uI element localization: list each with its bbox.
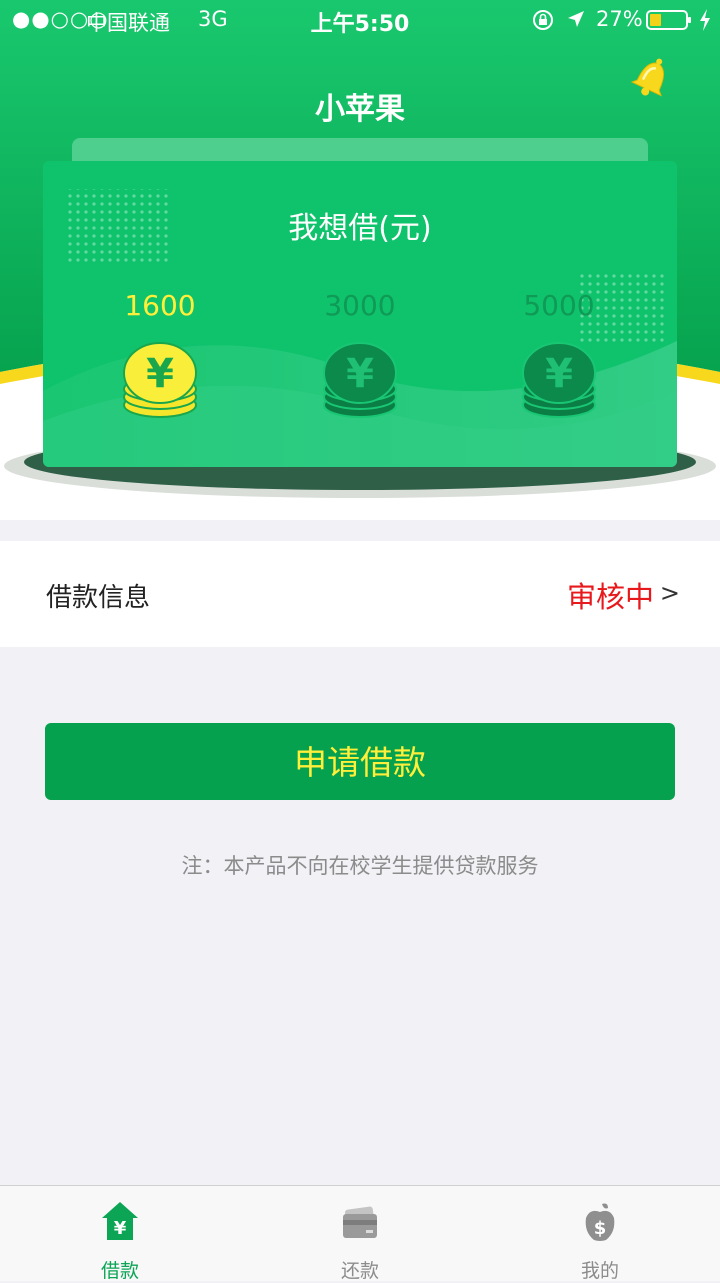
disclaimer-note: 注：本产品不向在校学生提供贷款服务 <box>181 854 539 878</box>
chevron-right-icon: > <box>659 579 680 607</box>
tab-bar: ¥ 借款 还款 $ 我的 <box>0 1185 720 1282</box>
coin-stack-icon: ¥ <box>522 342 596 418</box>
card-icon <box>343 1206 377 1238</box>
amount-option-3000[interactable]: 3000 ¥ <box>285 289 435 449</box>
amount-label: 3000 <box>324 289 396 322</box>
tab-label: 借款 <box>100 1260 139 1282</box>
charging-bolt-icon <box>700 9 710 31</box>
battery-icon <box>646 10 691 30</box>
status-bar: ●●○○○ 中国联通 3G 上午5:50 27% <box>0 0 720 40</box>
coin-symbol: ¥ <box>146 351 174 397</box>
tab-borrow[interactable]: ¥ 借款 <box>0 1186 240 1282</box>
rotation-lock-icon <box>533 10 553 30</box>
tab-label: 我的 <box>580 1260 619 1282</box>
apply-loan-button[interactable]: 申请借款 <box>45 723 675 800</box>
tab-mine[interactable]: $ 我的 <box>480 1186 720 1282</box>
loan-amount-card: 我想借(元) 1600 ¥ 3000 ¥ 5000 ¥ <box>43 161 677 467</box>
location-arrow-icon <box>568 11 584 27</box>
coin-symbol: ¥ <box>545 351 573 397</box>
app-title: 小苹果 <box>315 92 405 127</box>
amount-option-1600[interactable]: 1600 ¥ <box>85 289 235 449</box>
apple-dollar-icon: $ <box>585 1203 615 1241</box>
svg-text:$: $ <box>594 1218 607 1239</box>
loan-status: 审核中 <box>566 580 654 614</box>
svg-text:¥: ¥ <box>114 1218 127 1239</box>
bell-icon[interactable] <box>626 52 678 102</box>
tab-repay[interactable]: 还款 <box>240 1186 480 1282</box>
amount-label: 1600 <box>124 289 196 322</box>
header: ●●○○○ 中国联通 3G 上午5:50 27% 小苹果 我想借(元) 1600… <box>0 0 720 520</box>
card-title: 我想借(元) <box>288 211 432 246</box>
coin-symbol: ¥ <box>346 351 374 397</box>
loan-info-row[interactable]: 借款信息 审核中 > <box>0 541 720 647</box>
home-yen-icon: ¥ <box>102 1202 138 1240</box>
battery-percent: 27% <box>596 7 643 31</box>
amount-label: 5000 <box>523 289 595 322</box>
loan-info-label: 借款信息 <box>46 583 151 613</box>
amount-option-5000[interactable]: 5000 ¥ <box>484 289 634 449</box>
tab-label: 还款 <box>340 1260 379 1282</box>
coin-stack-icon: ¥ <box>123 342 197 418</box>
coin-stack-icon: ¥ <box>323 342 397 418</box>
